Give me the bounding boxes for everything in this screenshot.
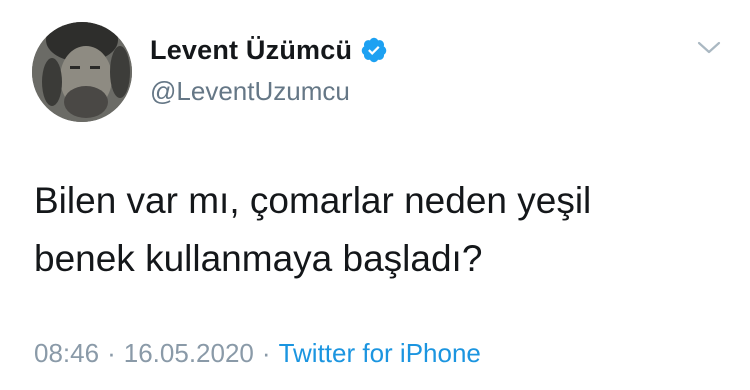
tweet-card: Levent Üzümcü @LeventUzumcu Bilen var mı… [0, 0, 750, 390]
author-name-row[interactable]: Levent Üzümcü [150, 36, 388, 64]
tweet-source-link[interactable]: Twitter for iPhone [279, 338, 481, 368]
author-handle[interactable]: @LeventUzumcu [150, 78, 350, 104]
verified-badge-icon [360, 36, 388, 64]
tweet-text-line-1: Bilen var mı, çomarlar neden yeşil [34, 180, 592, 221]
meta-separator: · [261, 338, 271, 368]
tweet-time[interactable]: 08:46 [34, 338, 99, 368]
tweet-text-line-2: benek kullanmaya başladı? [34, 238, 483, 279]
avatar-photo [32, 22, 132, 122]
meta-separator: · [107, 338, 116, 368]
chevron-down-icon[interactable] [694, 38, 724, 58]
author-display-name[interactable]: Levent Üzümcü [150, 36, 352, 64]
avatar[interactable] [32, 22, 132, 122]
tweet-text: Bilen var mı, çomarlar neden yeşil benek… [34, 172, 714, 288]
tweet-date[interactable]: 16.05.2020 [124, 338, 254, 368]
tweet-meta: 08:46 · 16.05.2020 · Twitter for iPhone [34, 338, 481, 368]
